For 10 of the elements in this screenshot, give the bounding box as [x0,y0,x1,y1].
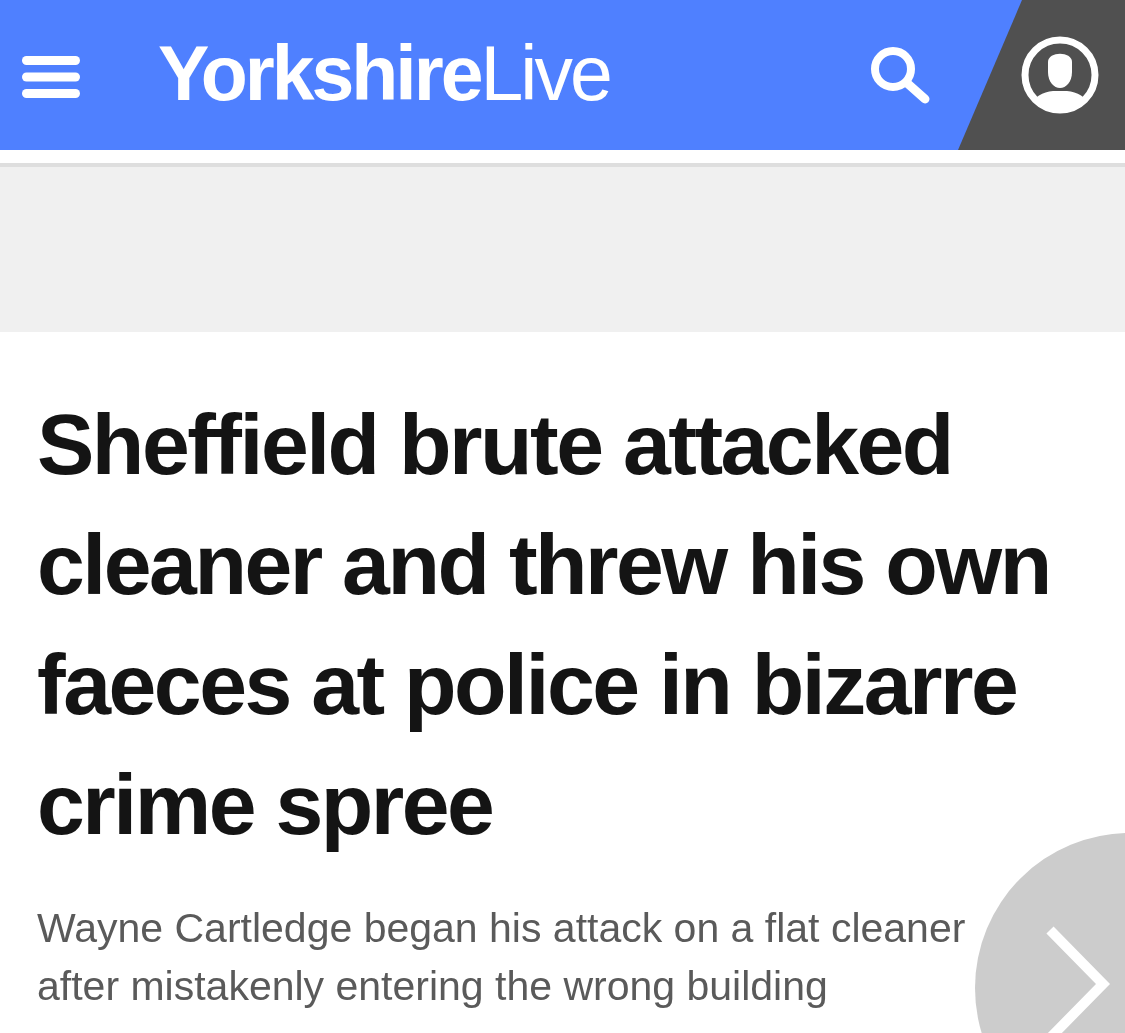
account-button[interactable] [1021,36,1099,114]
chevron-right-icon [1045,925,1111,1033]
account-icon [1021,36,1099,114]
article-standfirst: Wayne Cartledge began his attack on a flat cleaner after mistakenly entering the wrong building [37,904,967,1011]
search-icon [870,46,930,104]
menu-icon [22,56,80,98]
menu-button[interactable] [22,56,80,98]
article-headline: Sheffield brute attacked cleaner and threw his own faeces at police in bizarre crime spree [37,395,1051,854]
site-logo[interactable]: YorkshireLive [158,34,610,112]
search-button[interactable] [870,46,930,104]
